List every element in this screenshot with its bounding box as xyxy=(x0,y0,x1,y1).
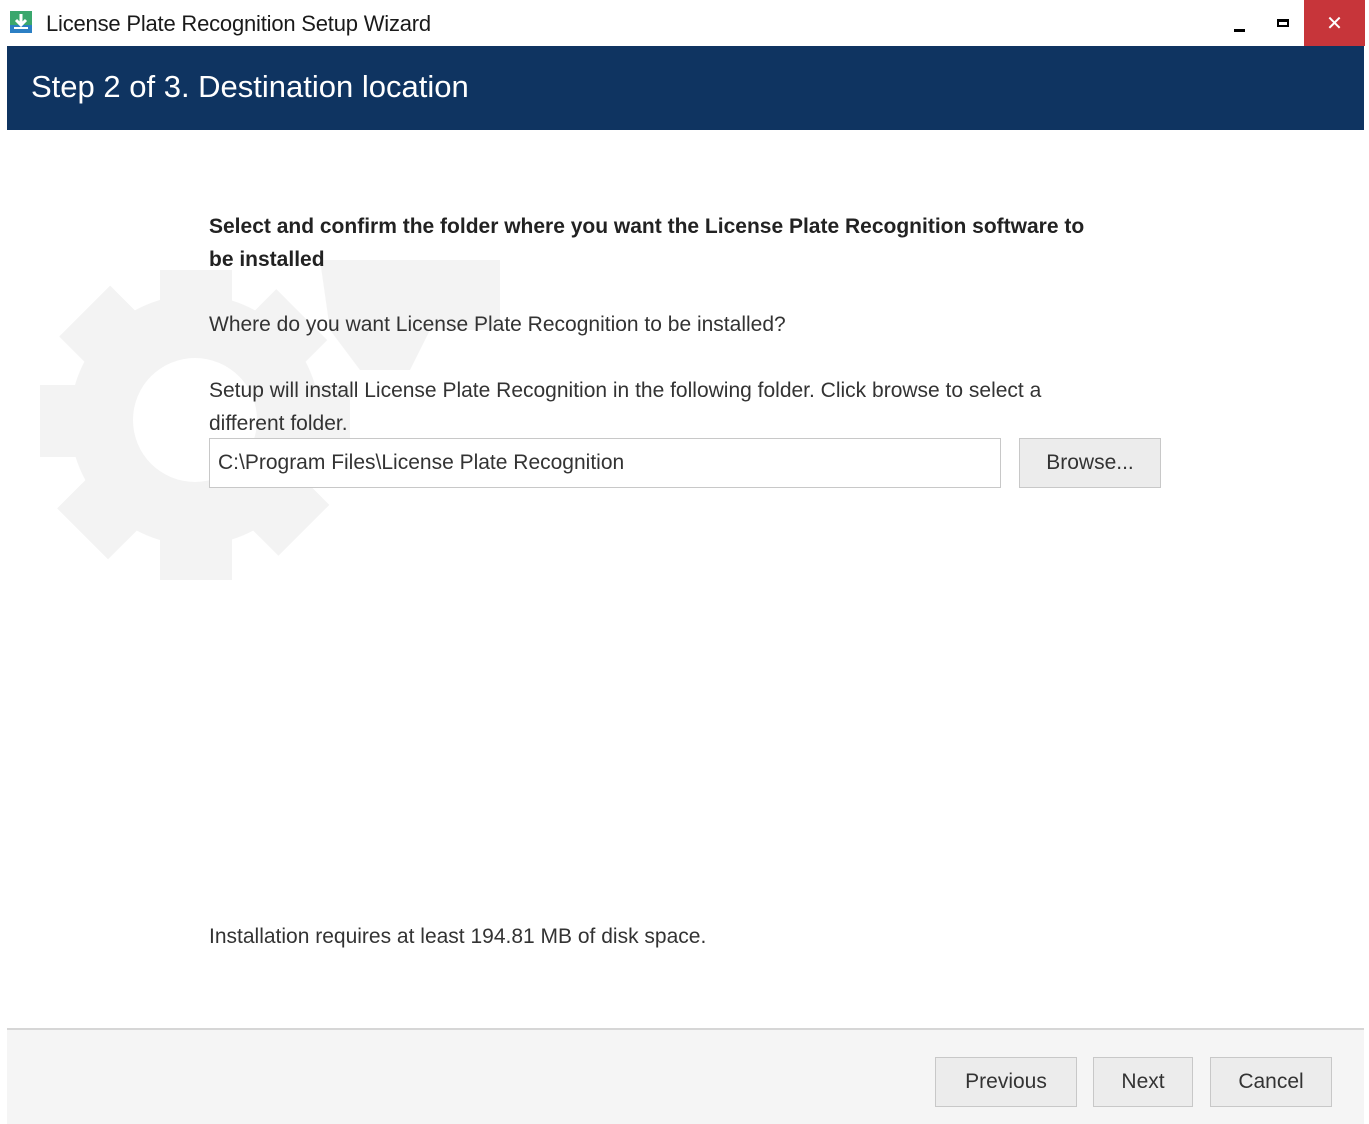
destination-path-input[interactable] xyxy=(209,438,1001,488)
cancel-button[interactable]: Cancel xyxy=(1210,1057,1332,1107)
maximize-button[interactable] xyxy=(1260,0,1306,46)
close-button[interactable]: ✕ xyxy=(1304,0,1365,46)
title-bar: License Plate Recognition Setup Wizard ✕ xyxy=(0,0,1369,46)
window-title: License Plate Recognition Setup Wizard xyxy=(46,11,431,36)
disk-space-requirement: Installation requires at least 194.81 MB… xyxy=(209,925,707,948)
maximize-icon xyxy=(1277,19,1289,27)
browse-button[interactable]: Browse... xyxy=(1019,438,1161,488)
install-instructions: Setup will install License Plate Recogni… xyxy=(209,379,1042,435)
step-title: Step 2 of 3. Destination location xyxy=(31,69,469,104)
install-question: Where do you want License Plate Recognit… xyxy=(209,313,786,336)
setup-wizard-window: License Plate Recognition Setup Wizard ✕… xyxy=(0,0,1369,1124)
minimize-button[interactable] xyxy=(1216,0,1262,46)
minimize-icon xyxy=(1233,28,1245,32)
installer-download-icon xyxy=(10,11,32,33)
page-heading: Select and confirm the folder where you … xyxy=(209,215,1085,271)
step-header: Step 2 of 3. Destination location xyxy=(7,46,1364,130)
previous-button[interactable]: Previous xyxy=(935,1057,1077,1107)
close-icon: ✕ xyxy=(1326,11,1343,35)
next-button[interactable]: Next xyxy=(1093,1057,1193,1107)
